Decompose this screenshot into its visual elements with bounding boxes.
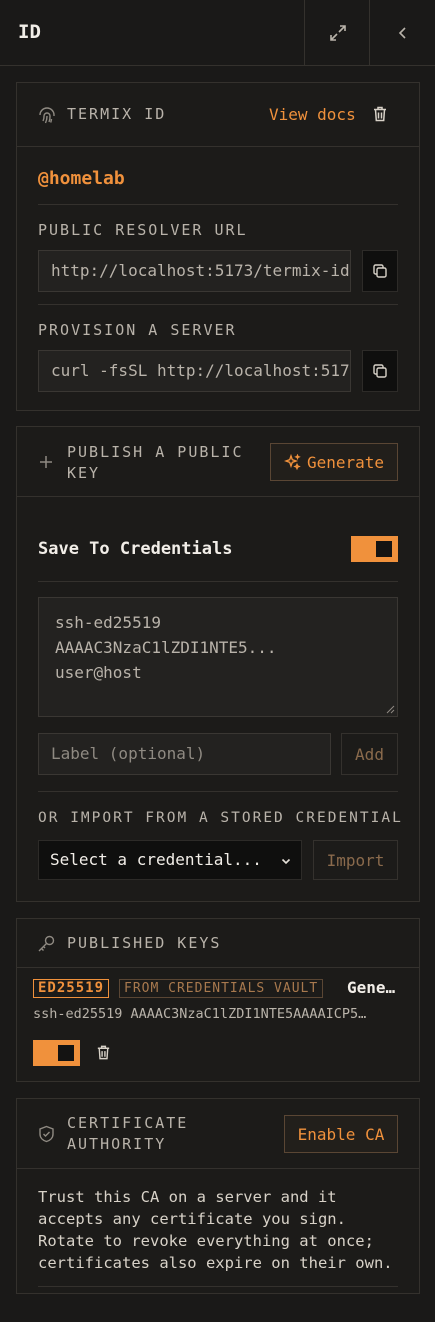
provision-command-field[interactable]: curl -fsSL http://localhost:5173 bbox=[38, 350, 351, 392]
panel-title: ID bbox=[18, 21, 41, 43]
publish-key-heading-line1: PUBLISH A PUBLIC bbox=[67, 443, 244, 461]
public-key-line: AAAAC3NzaC1lZDI1NTE5... bbox=[55, 638, 277, 657]
resize-handle-icon[interactable] bbox=[385, 704, 395, 714]
key-enabled-toggle[interactable] bbox=[33, 1040, 80, 1066]
divider bbox=[38, 304, 398, 305]
import-label: OR IMPORT FROM A STORED CREDENTIAL bbox=[38, 810, 403, 826]
generate-label: Generate bbox=[306, 452, 385, 472]
import-button[interactable]: Import bbox=[313, 840, 398, 880]
credential-select[interactable]: Select a credential... bbox=[38, 840, 302, 880]
resolver-url-field[interactable]: http://localhost:5173/termix-id bbox=[38, 250, 351, 292]
expand-icon bbox=[329, 24, 346, 41]
published-keys-heading: PUBLISHED KEYS bbox=[67, 934, 222, 952]
handle-text: @homelab bbox=[38, 168, 125, 189]
key-name: Gene… bbox=[347, 978, 396, 997]
ca-description: Trust this CA on a server and it accepts… bbox=[38, 1188, 393, 1272]
ca-heading-line1: CERTIFICATE bbox=[67, 1114, 189, 1132]
divider bbox=[38, 581, 398, 582]
published-keys-card: PUBLISHED KEYS ED25519 FROM CREDENTIALS … bbox=[16, 918, 420, 1082]
divider bbox=[38, 1286, 398, 1287]
publish-key-heading: PUBLISH A PUBLIC KEY bbox=[67, 442, 244, 484]
termix-id-heading: TERMIX ID bbox=[67, 105, 167, 123]
public-key-textarea[interactable]: ssh-ed25519 AAAAC3NzaC1lZDI1NTE5... user… bbox=[38, 597, 398, 717]
divider bbox=[38, 204, 398, 205]
chevron-down-icon bbox=[281, 858, 291, 865]
add-button[interactable]: Add bbox=[341, 733, 398, 775]
plus-icon bbox=[40, 456, 52, 468]
trash-icon[interactable] bbox=[371, 105, 389, 123]
copy-provision-button[interactable] bbox=[362, 350, 398, 392]
ca-heading-line2: AUTHORITY bbox=[67, 1135, 167, 1153]
chevron-left-icon bbox=[398, 26, 406, 39]
publish-key-card: PUBLISH A PUBLIC KEY Generate Save To Cr… bbox=[16, 426, 420, 902]
shield-check-icon bbox=[39, 1125, 54, 1143]
key-source-badge: FROM CREDENTIALS VAULT bbox=[119, 979, 324, 998]
credential-select-value: Select a credential... bbox=[50, 850, 262, 869]
public-key-line: ssh-ed25519 bbox=[55, 613, 161, 632]
termix-id-card: TERMIX ID View docs @homelab PUBLIC RESO… bbox=[16, 82, 420, 411]
view-docs-link[interactable]: View docs bbox=[269, 105, 356, 124]
collapse-button[interactable] bbox=[369, 0, 435, 65]
label-input[interactable]: Label (optional) bbox=[38, 733, 331, 775]
resolver-label: PUBLIC RESOLVER URL bbox=[38, 221, 248, 239]
publish-key-card-header[interactable]: PUBLISH A PUBLIC KEY Generate bbox=[17, 427, 419, 497]
divider bbox=[38, 791, 398, 792]
save-to-credentials-label: Save To Credentials bbox=[38, 539, 233, 559]
generate-button[interactable]: Generate bbox=[270, 443, 398, 481]
copy-icon bbox=[373, 364, 387, 378]
expand-button[interactable] bbox=[304, 0, 370, 65]
key-icon bbox=[38, 935, 55, 952]
copy-resolver-button[interactable] bbox=[362, 250, 398, 292]
ca-card-header: CERTIFICATE AUTHORITY Enable CA bbox=[17, 1099, 419, 1169]
provision-label: PROVISION A SERVER bbox=[38, 321, 237, 339]
key-type-badge: ED25519 bbox=[33, 979, 110, 998]
enable-ca-button[interactable]: Enable CA bbox=[284, 1115, 398, 1153]
publish-key-heading-line2: KEY bbox=[67, 464, 101, 482]
toggle-knob bbox=[58, 1045, 74, 1061]
panel-header: ID bbox=[0, 0, 435, 66]
copy-icon bbox=[373, 264, 387, 278]
save-to-credentials-toggle[interactable] bbox=[351, 536, 398, 562]
published-keys-card-header: PUBLISHED KEYS bbox=[17, 919, 419, 968]
sparkles-icon bbox=[283, 453, 301, 470]
public-key-line: user@host bbox=[55, 663, 142, 682]
ca-heading: CERTIFICATE AUTHORITY bbox=[67, 1113, 188, 1155]
certificate-authority-card: CERTIFICATE AUTHORITY Enable CA Trust th… bbox=[16, 1098, 420, 1294]
toggle-knob bbox=[376, 541, 392, 557]
termix-id-card-header: TERMIX ID View docs bbox=[17, 83, 419, 147]
trash-icon[interactable] bbox=[95, 1044, 112, 1061]
key-fingerprint-text: ssh-ed25519 AAAAC3NzaC1lZDI1NTE5AAAAICP5… bbox=[33, 1006, 367, 1022]
fingerprint-icon bbox=[39, 107, 55, 124]
